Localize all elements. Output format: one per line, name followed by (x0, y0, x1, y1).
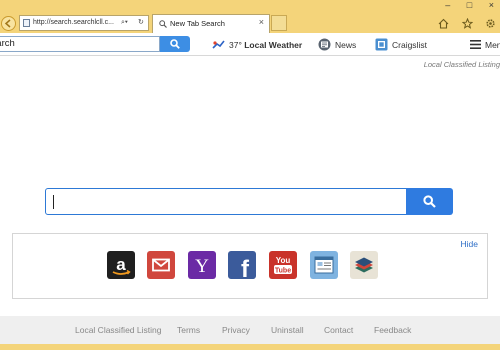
svg-text:f: f (241, 256, 250, 279)
address-bar[interactable]: http://search.searchlcll.c... ⌕▾ ↻ (19, 15, 149, 31)
craigslist-label: Craigslist (392, 39, 427, 50)
tab-title: New Tab Search (170, 19, 225, 28)
toolbar-local-weather[interactable]: 37° Local Weather (212, 37, 302, 51)
footer-link-terms[interactable]: Terms (177, 325, 200, 335)
footer-link-privacy[interactable]: Privacy (222, 325, 250, 335)
address-url: http://search.searchlcll.c... (33, 19, 114, 26)
tab-search-icon (159, 20, 167, 28)
hide-link[interactable]: Hide (461, 239, 478, 249)
footer: Local Classified Listing Terms Privacy U… (0, 316, 500, 344)
footer-link-contact[interactable]: Contact (324, 325, 353, 335)
mail-icon (147, 251, 175, 279)
footer-link-uninstall[interactable]: Uninstall (271, 325, 304, 335)
news-label: News (335, 39, 357, 50)
star-icon[interactable] (461, 16, 473, 34)
craigslist-icon (375, 38, 388, 51)
youtube-shortcut[interactable]: You Tube (269, 251, 297, 279)
svg-text:Tube: Tube (275, 268, 291, 275)
weather-label: Local Weather (244, 39, 303, 50)
maximize-button[interactable]: □ (467, 0, 472, 10)
news-icon (318, 38, 331, 51)
new-tab-button[interactable] (271, 15, 287, 31)
facebook-icon: f (228, 251, 256, 279)
svg-text:a: a (116, 255, 126, 274)
main-search (45, 188, 453, 215)
facebook-shortcut[interactable]: f (228, 251, 256, 279)
toolbar-search-button[interactable] (160, 36, 190, 52)
tab-close-button[interactable]: × (259, 17, 264, 27)
youtube-icon: You Tube (269, 251, 297, 279)
gear-icon[interactable] (485, 16, 496, 34)
layers-shortcut[interactable] (350, 251, 378, 279)
window-controls: – □ × (431, 0, 494, 12)
search-dropdown-icon[interactable]: ⌕▾ (121, 16, 128, 30)
brand-label: Local Classified Listing (423, 60, 500, 69)
browser-right-icons (430, 16, 496, 34)
browser-window-icon (310, 251, 338, 279)
back-icon (4, 19, 11, 28)
yahoo-icon: Y (188, 251, 216, 279)
search-icon (170, 39, 180, 49)
search-icon (423, 195, 436, 208)
main-search-button[interactable] (406, 188, 453, 215)
extension-toolbar: earch 37° Local Weather News Craigslist (0, 33, 500, 56)
amazon-shortcut[interactable]: a (107, 251, 135, 279)
yahoo-shortcut[interactable]: Y (188, 251, 216, 279)
svg-text:Y: Y (195, 256, 209, 277)
back-button[interactable] (1, 16, 16, 31)
amazon-icon: a (107, 251, 135, 279)
hamburger-menu-icon (470, 40, 481, 50)
toolbar-search-input[interactable]: earch (0, 36, 160, 52)
browser-chrome: – □ × http://search.searchlcll.c... ⌕▾ ↻… (0, 0, 500, 34)
svg-text:You: You (276, 256, 291, 265)
refresh-icon[interactable]: ↻ (138, 16, 144, 30)
shortcuts-panel: Hide a Y f You Tube (12, 233, 488, 299)
toolbar-menu[interactable]: Menu (470, 37, 500, 51)
weather-temp: 37° (229, 39, 242, 50)
layers-icon (350, 251, 378, 279)
gmail-shortcut[interactable] (147, 251, 175, 279)
toolbar-craigslist[interactable]: Craigslist (375, 37, 427, 51)
footer-link-feedback[interactable]: Feedback (374, 325, 411, 335)
minimize-button[interactable]: – (445, 0, 450, 10)
toolbar-news[interactable]: News (318, 37, 356, 51)
main-search-input[interactable] (45, 188, 407, 215)
footer-link-local-classified-listing[interactable]: Local Classified Listing (75, 325, 161, 335)
close-window-button[interactable]: × (489, 0, 494, 10)
home-icon[interactable] (438, 16, 449, 34)
window-bottom-frame (0, 344, 500, 350)
menu-label: Menu (485, 39, 500, 50)
page-icon (23, 19, 30, 27)
tab-new-tab-search[interactable]: New Tab Search × (152, 14, 270, 33)
text-caret (53, 195, 54, 209)
weather-icon (212, 40, 225, 49)
news-shortcut[interactable] (310, 251, 338, 279)
